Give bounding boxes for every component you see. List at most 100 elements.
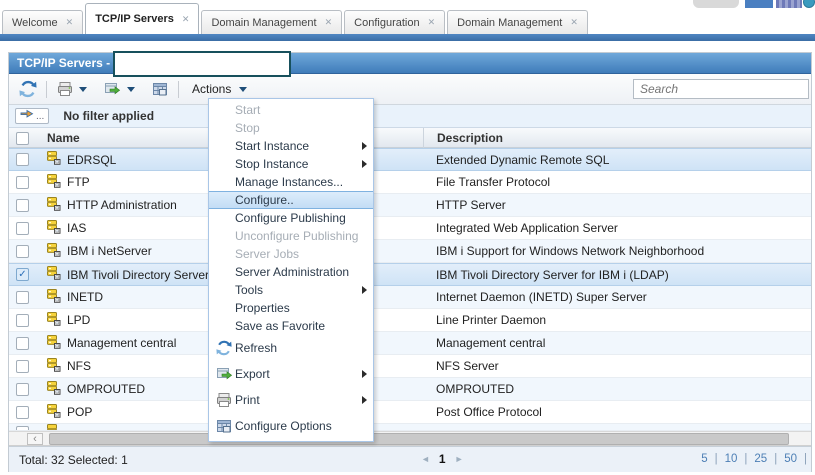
server-description: File Transfer Protocol	[423, 175, 811, 189]
tab-domain-management-1[interactable]: Domain Management ✕	[201, 10, 342, 34]
server-icon	[47, 335, 61, 352]
server-icon	[47, 151, 61, 168]
menu-item-start-instance[interactable]: Start Instance	[209, 137, 373, 155]
actions-dropdown-menu: Start Stop Start Instance Stop Instance …	[208, 98, 374, 442]
page-size-options: 5 | 10 | 25 | 50 |	[701, 453, 807, 465]
server-name: IBM Tivoli Directory Server	[67, 268, 209, 282]
printer-icon	[213, 392, 235, 408]
menu-item-configure-options[interactable]: Configure Options	[209, 413, 373, 439]
next-page-icon[interactable]: ►	[455, 454, 464, 464]
row-checkbox-checked[interactable]: ✓	[16, 268, 29, 281]
tab-label: Domain Management	[457, 17, 562, 29]
panel-title-bar: TCP/IP Servers -	[9, 53, 811, 74]
row-checkbox[interactable]	[16, 360, 29, 373]
table-row[interactable]: Management central Management central	[9, 332, 811, 355]
chevron-down-icon	[239, 87, 247, 92]
close-icon[interactable]: ✕	[428, 17, 436, 28]
row-checkbox[interactable]	[16, 245, 29, 258]
column-header-description[interactable]: Description	[423, 128, 811, 148]
search-input[interactable]	[633, 79, 809, 99]
page-size-50[interactable]: 50	[784, 453, 797, 465]
page-size-25[interactable]: 25	[754, 453, 767, 465]
row-checkbox[interactable]	[16, 199, 29, 212]
table-row[interactable]: INETD Internet Daemon (INETD) Super Serv…	[9, 286, 811, 309]
menu-item-manage-instances[interactable]: Manage Instances...	[209, 173, 373, 191]
server-description: Management central	[423, 336, 811, 350]
server-name: IBM i NetServer	[67, 244, 152, 258]
select-all-checkbox[interactable]	[16, 132, 29, 145]
export-icon	[103, 81, 122, 97]
row-checkbox[interactable]	[16, 406, 29, 419]
server-name: POP	[67, 405, 92, 419]
server-icon	[47, 358, 61, 375]
prev-page-icon[interactable]: ◄	[421, 454, 430, 464]
server-name: Management central	[67, 336, 176, 350]
toolbar: Actions	[9, 74, 811, 105]
current-page[interactable]: 1	[439, 452, 446, 466]
table-row[interactable]: LPD Line Printer Daemon	[9, 309, 811, 332]
server-icon	[47, 312, 61, 329]
table-row[interactable]: POP Post Office Protocol	[9, 401, 811, 424]
menu-item-refresh[interactable]: Refresh	[209, 335, 373, 361]
tab-welcome[interactable]: Welcome ✕	[2, 10, 83, 34]
menu-item-export[interactable]: Export	[209, 361, 373, 387]
table-row[interactable]: HTTP Administration HTTP Server	[9, 194, 811, 217]
table-row[interactable]: OMPROUTED OMPROUTED	[9, 378, 811, 401]
scrollbar-thumb[interactable]	[49, 433, 789, 445]
table-settings-button[interactable]	[147, 79, 173, 99]
close-icon[interactable]: ✕	[182, 14, 190, 25]
table-row-partial[interactable]	[9, 424, 811, 431]
horizontal-scrollbar[interactable]: ‹	[9, 431, 811, 446]
page-size-10[interactable]: 10	[725, 453, 738, 465]
refresh-button[interactable]	[15, 78, 41, 100]
server-icon	[47, 266, 61, 283]
toolbar-separator	[178, 81, 179, 98]
tab-configuration[interactable]: Configuration ✕	[344, 10, 445, 34]
table-row[interactable]: EDRSQL Extended Dynamic Remote SQL	[9, 148, 811, 171]
submenu-arrow-icon	[362, 396, 367, 404]
menu-item-configure[interactable]: Configure..	[209, 191, 373, 209]
table-row[interactable]: IBM i NetServer IBM i Support for Window…	[9, 240, 811, 263]
tab-bar: Welcome ✕ TCP/IP Servers ✕ Domain Manage…	[2, 8, 590, 34]
tab-tcpip-servers[interactable]: TCP/IP Servers ✕	[85, 3, 199, 34]
row-checkbox[interactable]	[16, 291, 29, 304]
menu-item-properties[interactable]: Properties	[209, 299, 373, 317]
banner-fragment-globe-icon	[803, 0, 815, 8]
table-row-selected[interactable]: ✓ IBM Tivoli Directory Server IBM Tivoli…	[9, 263, 811, 286]
menu-item-tools[interactable]: Tools	[209, 281, 373, 299]
export-button[interactable]	[99, 79, 139, 99]
close-icon[interactable]: ✕	[570, 17, 578, 28]
chevron-down-icon	[79, 87, 87, 92]
row-checkbox[interactable]	[16, 383, 29, 396]
menu-item-print[interactable]: Print	[209, 387, 373, 413]
table-row[interactable]: FTP File Transfer Protocol	[9, 171, 811, 194]
table-row[interactable]: NFS NFS Server	[9, 355, 811, 378]
row-checkbox[interactable]	[16, 176, 29, 189]
menu-item-configure-publishing[interactable]: Configure Publishing	[209, 209, 373, 227]
row-checkbox[interactable]	[16, 314, 29, 327]
server-name: IAS	[67, 221, 86, 235]
actions-menu-button[interactable]: Actions	[184, 79, 255, 99]
row-checkbox[interactable]	[16, 222, 29, 235]
refresh-icon	[19, 80, 37, 98]
tab-label: Welcome	[12, 17, 58, 29]
filter-bar: ... No filter applied	[9, 105, 811, 128]
menu-item-stop-instance[interactable]: Stop Instance	[209, 155, 373, 173]
menu-item-save-as-favorite[interactable]: Save as Favorite	[209, 317, 373, 335]
server-icon	[47, 289, 61, 306]
server-icon	[47, 243, 61, 260]
separator: |	[804, 453, 807, 465]
print-button[interactable]	[52, 79, 91, 99]
filter-button[interactable]: ...	[15, 108, 49, 124]
close-icon[interactable]: ✕	[66, 17, 74, 28]
page-size-5[interactable]: 5	[701, 453, 707, 465]
tab-domain-management-2[interactable]: Domain Management ✕	[447, 10, 588, 34]
row-checkbox[interactable]	[16, 153, 29, 166]
close-icon[interactable]: ✕	[325, 17, 333, 28]
scroll-left-button[interactable]: ‹	[27, 433, 43, 445]
table-row[interactable]: IAS Integrated Web Application Server	[9, 217, 811, 240]
row-checkbox[interactable]	[16, 337, 29, 350]
printer-icon	[56, 81, 74, 97]
menu-item-server-administration[interactable]: Server Administration	[209, 263, 373, 281]
tab-bar-underline	[0, 34, 815, 41]
